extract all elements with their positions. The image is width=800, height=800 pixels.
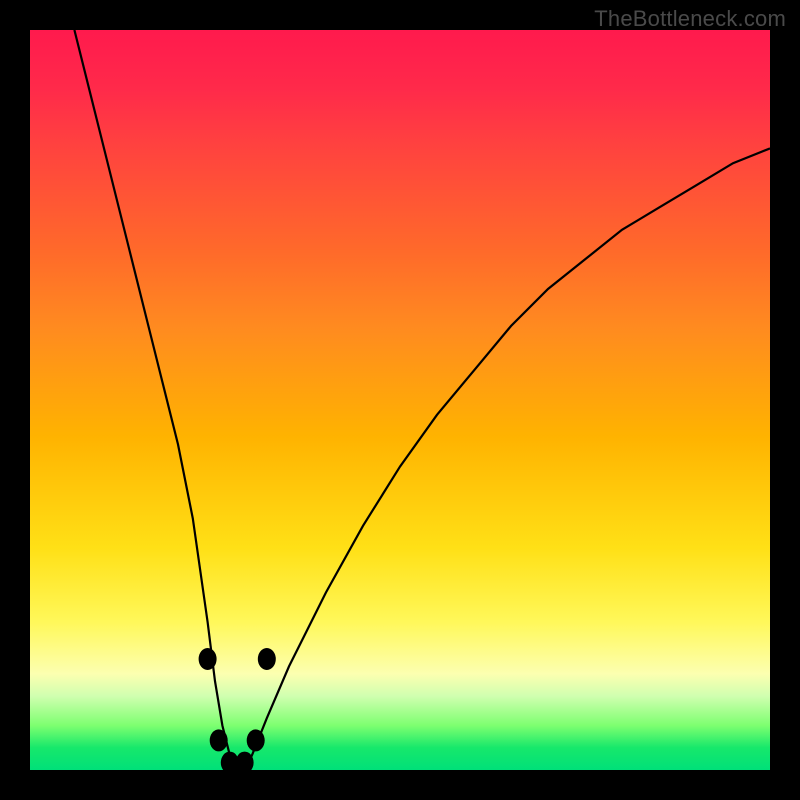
curve-markers (199, 648, 276, 770)
plot-area (30, 30, 770, 770)
watermark-text: TheBottleneck.com (594, 6, 786, 32)
chart-frame: TheBottleneck.com (0, 0, 800, 800)
bottleneck-curve (30, 30, 770, 770)
